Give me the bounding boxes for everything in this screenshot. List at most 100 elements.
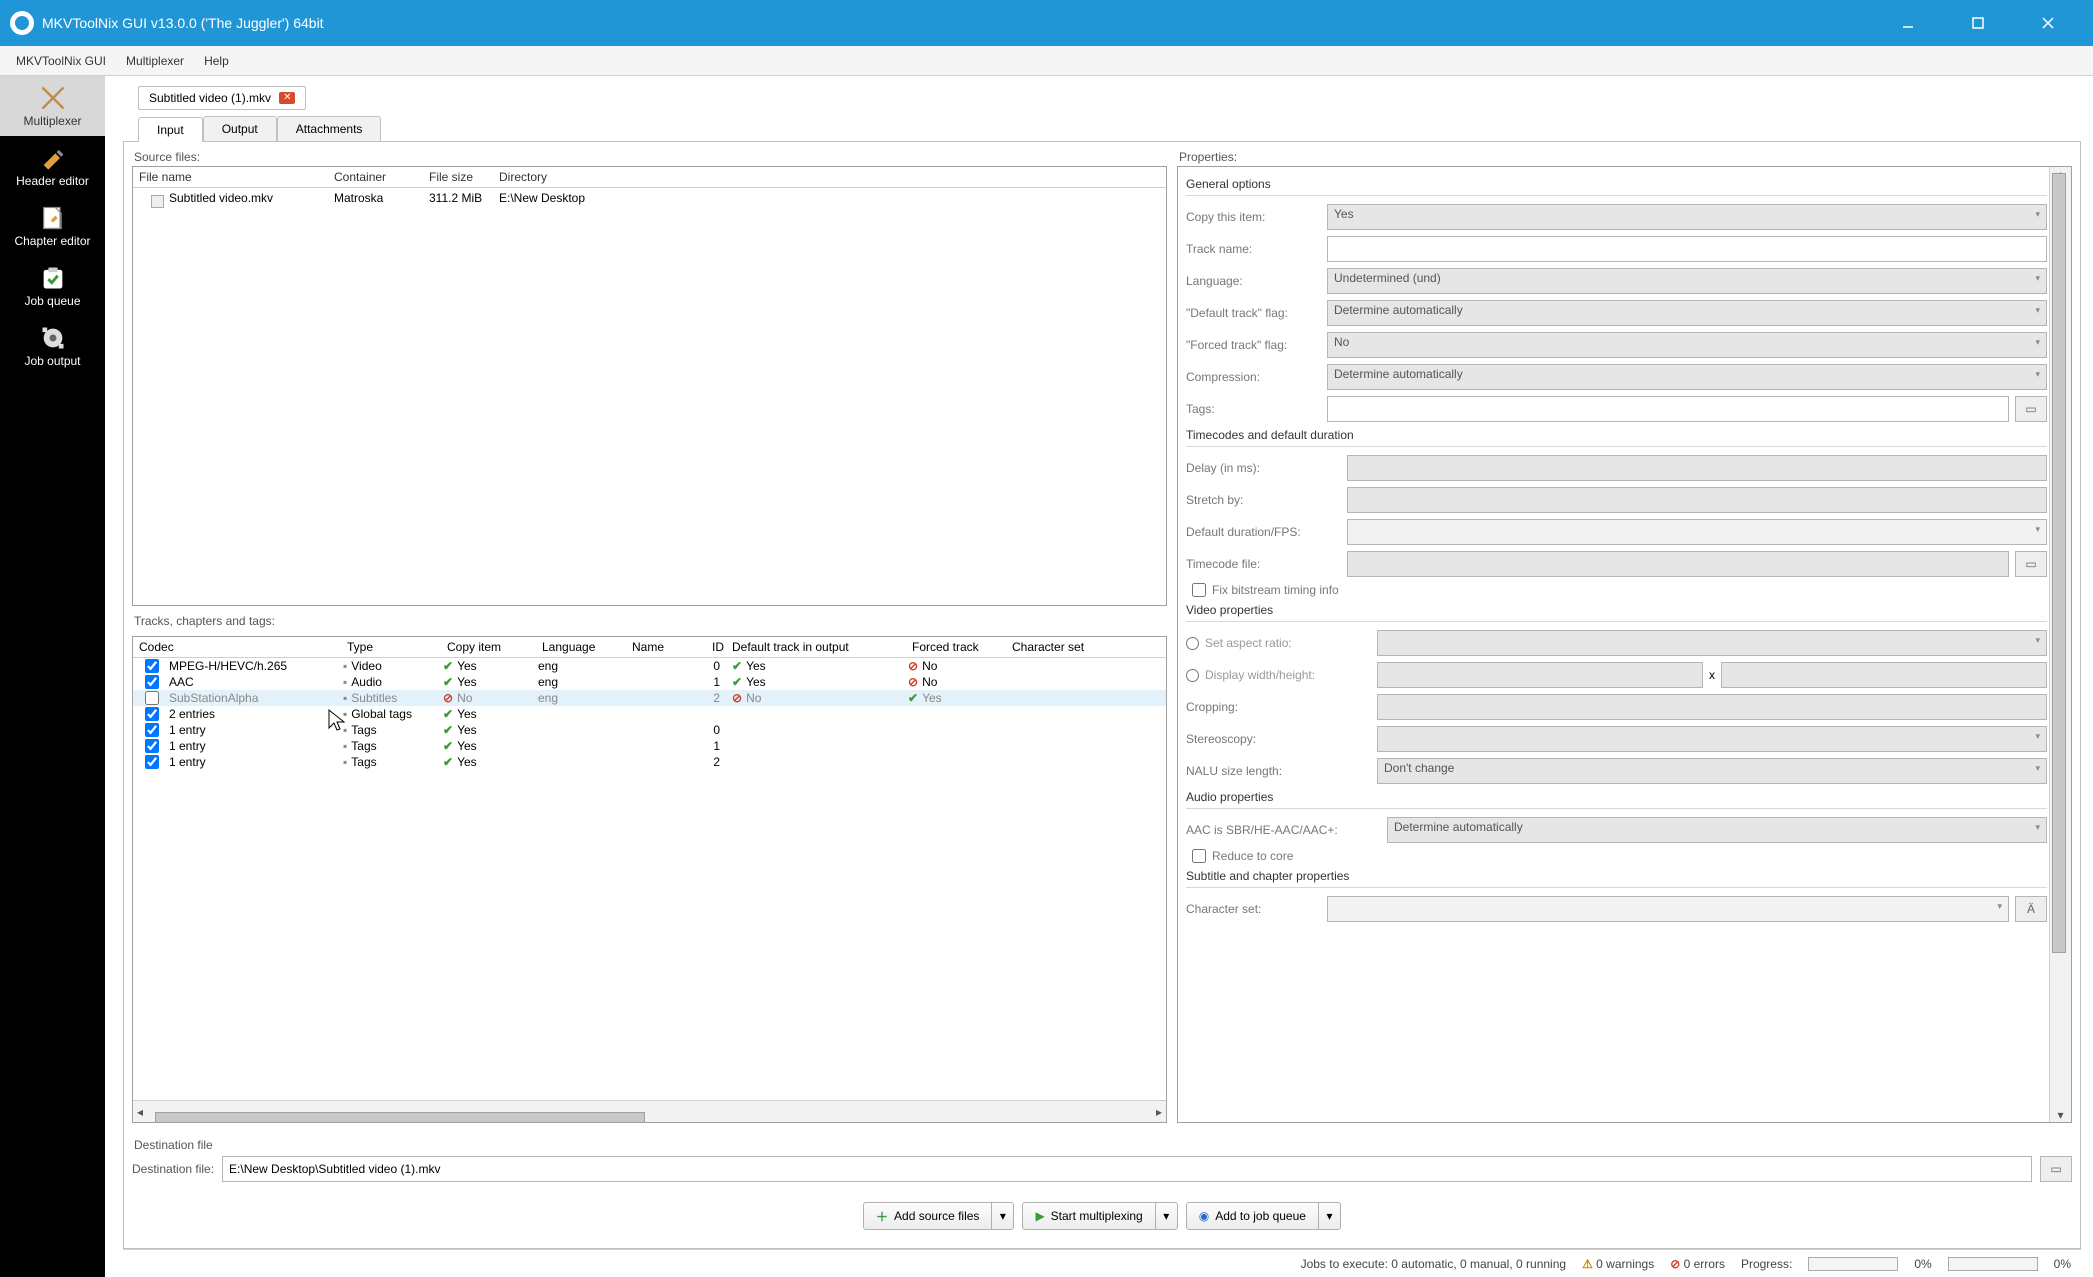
cropping-input[interactable] <box>1377 694 2047 720</box>
col-forced[interactable]: Forced track <box>908 640 1008 654</box>
disc-icon: ◉ <box>1199 1209 1209 1223</box>
file-row-size: 311.2 MiB <box>429 191 499 205</box>
minimize-button[interactable] <box>1873 0 1943 46</box>
sidebar-item-multiplexer[interactable]: Multiplexer <box>0 76 105 136</box>
tracks-hscroll[interactable]: ◂ ▸ <box>133 1100 1166 1122</box>
display-height-input[interactable] <box>1721 662 2047 688</box>
file-tab-close-icon[interactable]: ✕ <box>279 92 295 104</box>
track-checkbox[interactable] <box>145 723 159 737</box>
fix-bitstream-checkbox[interactable] <box>1192 583 1206 597</box>
tcfile-input[interactable] <box>1347 551 2009 577</box>
add-job-queue-button[interactable]: ◉Add to job queue ▾ <box>1186 1202 1341 1230</box>
sidebar-label: Job output <box>24 354 80 368</box>
progress-bar <box>1808 1257 1898 1271</box>
col-language[interactable]: Language <box>538 640 628 654</box>
menu-help[interactable]: Help <box>194 50 239 72</box>
properties-vscroll[interactable]: ▴ ▾ <box>2049 167 2071 1122</box>
nalu-select[interactable]: Don't change <box>1377 758 2047 784</box>
default-flag-select[interactable]: Determine automatically <box>1327 300 2047 326</box>
col-filesize[interactable]: File size <box>429 170 499 184</box>
sidebar-item-chapter-editor[interactable]: Chapter editor <box>0 196 105 256</box>
forced-flag-select[interactable]: No <box>1327 332 2047 358</box>
reduce-core-checkbox[interactable] <box>1192 849 1206 863</box>
col-filename[interactable]: File name <box>139 170 334 184</box>
file-row[interactable]: Subtitled video.mkv Matroska 311.2 MiB E… <box>133 188 1166 208</box>
language-select[interactable]: Undetermined (und) <box>1327 268 2047 294</box>
header-editor-icon <box>39 144 67 172</box>
col-id[interactable]: ID <box>688 640 728 654</box>
nalu-label: NALU size length: <box>1186 764 1371 778</box>
charset-select[interactable] <box>1327 896 2009 922</box>
scroll-left-icon[interactable]: ◂ <box>137 1105 143 1119</box>
fps-select[interactable] <box>1347 519 2047 545</box>
stereo-select[interactable] <box>1377 726 2047 752</box>
tab-attachments[interactable]: Attachments <box>277 116 382 141</box>
stretch-input[interactable] <box>1347 487 2047 513</box>
track-checkbox[interactable] <box>145 675 159 689</box>
source-files-list[interactable]: File name Container File size Directory … <box>132 166 1167 606</box>
col-default[interactable]: Default track in output <box>728 640 908 654</box>
status-pct-2: 0% <box>2054 1257 2071 1271</box>
add-source-dropdown[interactable]: ▾ <box>991 1203 1013 1229</box>
scroll-down-icon[interactable]: ▾ <box>2050 1108 2071 1122</box>
display-wh-radio[interactable] <box>1186 669 1199 682</box>
col-type[interactable]: Type <box>343 640 443 654</box>
aspect-ratio-select[interactable] <box>1377 630 2047 656</box>
queue-dropdown[interactable]: ▾ <box>1318 1203 1340 1229</box>
maximize-button[interactable] <box>1943 0 2013 46</box>
track-row[interactable]: MPEG-H/HEVC/h.265 ▪Video ✔ Yes eng 0 ✔ Y… <box>133 658 1166 674</box>
file-row-dir: E:\New Desktop <box>499 191 1160 205</box>
scroll-thumb[interactable] <box>155 1112 645 1124</box>
compression-select[interactable]: Determine automatically <box>1327 364 2047 390</box>
track-row[interactable]: 1 entry ▪Tags ✔ Yes 0 <box>133 722 1166 738</box>
chapter-editor-icon <box>39 204 67 232</box>
tcfile-browse-button[interactable]: ▭ <box>2015 551 2047 577</box>
col-name[interactable]: Name <box>628 640 688 654</box>
start-dropdown[interactable]: ▾ <box>1155 1203 1177 1229</box>
start-multiplexing-button[interactable]: ▶Start multiplexing ▾ <box>1022 1202 1177 1230</box>
add-source-files-button[interactable]: ＋Add source files ▾ <box>863 1202 1014 1230</box>
track-checkbox[interactable] <box>145 755 159 769</box>
close-button[interactable] <box>2013 0 2083 46</box>
col-charset[interactable]: Character set <box>1008 640 1118 654</box>
file-tab[interactable]: Subtitled video (1).mkv ✕ <box>138 86 306 110</box>
col-copy[interactable]: Copy item <box>443 640 538 654</box>
track-checkbox[interactable] <box>145 691 159 705</box>
tags-browse-button[interactable]: ▭ <box>2015 396 2047 422</box>
track-row[interactable]: AAC ▪Audio ✔ Yes eng 1 ✔ Yes ⊘ No <box>133 674 1166 690</box>
menu-app[interactable]: MKVToolNix GUI <box>6 50 116 72</box>
sidebar-item-job-output[interactable]: Job output <box>0 316 105 376</box>
aac-select[interactable]: Determine automatically <box>1387 817 2047 843</box>
track-checkbox[interactable] <box>145 659 159 673</box>
tags-input[interactable] <box>1327 396 2009 422</box>
group-subtitle: Subtitle and chapter properties <box>1186 869 2047 883</box>
charset-button[interactable]: Ä <box>2015 896 2047 922</box>
tcfile-label: Timecode file: <box>1186 557 1341 571</box>
track-row[interactable]: 1 entry ▪Tags ✔ Yes 2 <box>133 754 1166 770</box>
tab-output[interactable]: Output <box>203 116 277 141</box>
sidebar-item-job-queue[interactable]: Job queue <box>0 256 105 316</box>
track-checkbox[interactable] <box>145 707 159 721</box>
vscroll-thumb[interactable] <box>2052 173 2066 953</box>
destination-browse-button[interactable]: ▭ <box>2040 1156 2072 1182</box>
tab-input[interactable]: Input <box>138 117 203 142</box>
copy-item-select[interactable]: Yes <box>1327 204 2047 230</box>
track-checkbox[interactable] <box>145 739 159 753</box>
track-row[interactable]: 2 entries ▪Global tags ✔ Yes <box>133 706 1166 722</box>
sidebar-item-header-editor[interactable]: Header editor <box>0 136 105 196</box>
status-errors: 0 errors <box>1684 1257 1725 1271</box>
col-container[interactable]: Container <box>334 170 429 184</box>
col-codec[interactable]: Codec <box>135 640 343 654</box>
track-row[interactable]: 1 entry ▪Tags ✔ Yes 1 <box>133 738 1166 754</box>
track-row[interactable]: SubStationAlpha ▪Subtitles ⊘ No eng 2 ⊘ … <box>133 690 1166 706</box>
plus-icon: ＋ <box>876 1208 888 1225</box>
destination-input[interactable] <box>222 1156 2032 1182</box>
track-name-input[interactable] <box>1327 236 2047 262</box>
delay-input[interactable] <box>1347 455 2047 481</box>
scroll-right-icon[interactable]: ▸ <box>1156 1105 1162 1119</box>
col-directory[interactable]: Directory <box>499 170 1160 184</box>
display-width-input[interactable] <box>1377 662 1703 688</box>
aspect-ratio-radio[interactable] <box>1186 637 1199 650</box>
menu-multiplexer[interactable]: Multiplexer <box>116 50 194 72</box>
tracks-list[interactable]: Codec Type Copy item Language Name ID De… <box>132 636 1167 1123</box>
